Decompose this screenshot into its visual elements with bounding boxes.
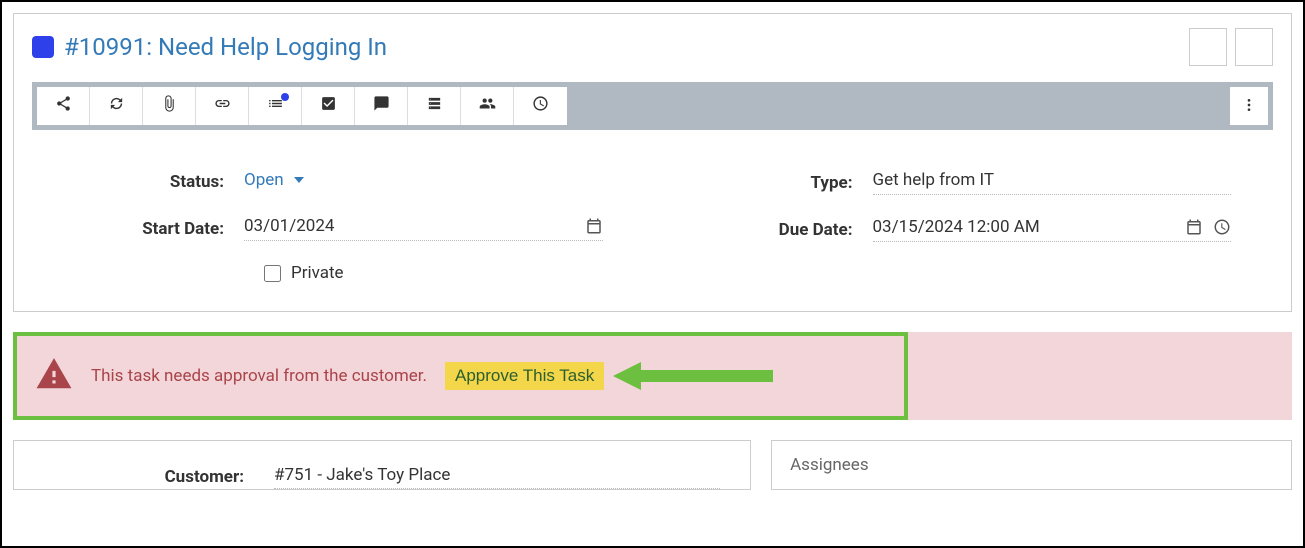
users-button[interactable] xyxy=(461,87,514,125)
attach-button[interactable] xyxy=(143,87,196,125)
calendar-icon[interactable] xyxy=(1185,218,1203,236)
server-button[interactable] xyxy=(408,87,461,125)
customer-label: Customer: xyxy=(44,467,274,487)
type-value: Get help from IT xyxy=(873,170,1232,190)
start-date-field[interactable]: 03/01/2024 xyxy=(244,216,603,241)
checklist-button[interactable] xyxy=(302,87,355,125)
type-label: Type: xyxy=(703,173,873,193)
lower-panels: Customer: #751 - Jake's Toy Place Assign… xyxy=(13,440,1292,490)
status-row: Status: Open xyxy=(74,170,603,194)
status-text: Open xyxy=(244,170,284,190)
caret-down-icon xyxy=(294,177,304,183)
more-vertical-icon xyxy=(1241,97,1257,116)
approval-alert: This task needs approval from the custom… xyxy=(13,332,1292,420)
paperclip-icon xyxy=(161,95,178,117)
due-date-row: Due Date: 03/15/2024 12:00 AM xyxy=(703,217,1232,242)
server-icon xyxy=(426,95,443,117)
due-date-label: Due Date: xyxy=(703,220,873,240)
list-button[interactable] xyxy=(249,87,302,125)
link-button[interactable] xyxy=(196,87,249,125)
task-panel: #10991: Need Help Logging In xyxy=(13,13,1292,312)
private-row: Private xyxy=(264,263,603,283)
status-dropdown[interactable]: Open xyxy=(244,170,304,190)
comment-icon xyxy=(373,95,390,117)
customer-row: Customer: #751 - Jake's Toy Place xyxy=(44,465,720,489)
status-value: Open xyxy=(244,170,603,194)
clock-icon[interactable] xyxy=(1213,218,1231,236)
start-date-label: Start Date: xyxy=(74,219,244,239)
annotation-arrow xyxy=(613,358,773,394)
notification-badge xyxy=(281,93,289,101)
share-button[interactable] xyxy=(37,87,90,125)
private-label: Private xyxy=(291,263,344,283)
status-label: Status: xyxy=(74,172,244,192)
close-button[interactable] xyxy=(1235,28,1273,66)
task-title-wrap: #10991: Need Help Logging In xyxy=(32,33,387,61)
toolbar-left xyxy=(37,87,567,125)
refresh-icon xyxy=(108,95,125,117)
alert-highlight: This task needs approval from the custom… xyxy=(13,332,908,420)
assignees-title: Assignees xyxy=(790,455,869,475)
warning-icon xyxy=(35,355,73,397)
users-icon xyxy=(479,95,496,117)
task-header: #10991: Need Help Logging In xyxy=(14,14,1291,74)
calendar-icon[interactable] xyxy=(585,217,603,235)
fields-left: Status: Open Start Date: 03/01/2024 Priv… xyxy=(74,170,603,283)
checkbox-icon xyxy=(320,95,337,117)
comments-button[interactable] xyxy=(355,87,408,125)
history-button[interactable] xyxy=(514,87,567,125)
share-icon xyxy=(55,95,72,117)
more-button[interactable] xyxy=(1230,87,1268,125)
link-icon xyxy=(214,95,231,117)
start-date-value: 03/01/2024 xyxy=(244,216,575,236)
clock-icon xyxy=(532,95,549,117)
due-date-value: 03/15/2024 12:00 AM xyxy=(873,217,1176,237)
header-buttons xyxy=(1189,28,1273,66)
collapse-button[interactable] xyxy=(1189,28,1227,66)
fields-area: Status: Open Start Date: 03/01/2024 Priv… xyxy=(14,130,1291,311)
start-date-row: Start Date: 03/01/2024 xyxy=(74,216,603,241)
customer-value[interactable]: #751 - Jake's Toy Place xyxy=(274,465,720,489)
customer-panel: Customer: #751 - Jake's Toy Place xyxy=(13,440,751,490)
private-checkbox[interactable] xyxy=(264,265,281,282)
task-color-chip[interactable] xyxy=(32,36,54,58)
approve-task-button[interactable]: Approve This Task xyxy=(445,362,604,390)
alert-message: This task needs approval from the custom… xyxy=(91,366,427,386)
assignees-panel: Assignees xyxy=(771,440,1292,490)
type-field[interactable]: Get help from IT xyxy=(873,170,1232,195)
toolbar xyxy=(32,82,1273,130)
type-row: Type: Get help from IT xyxy=(703,170,1232,195)
refresh-button[interactable] xyxy=(90,87,143,125)
fields-right: Type: Get help from IT Due Date: 03/15/2… xyxy=(703,170,1232,283)
task-title[interactable]: #10991: Need Help Logging In xyxy=(64,33,387,61)
due-date-field[interactable]: 03/15/2024 12:00 AM xyxy=(873,217,1232,242)
